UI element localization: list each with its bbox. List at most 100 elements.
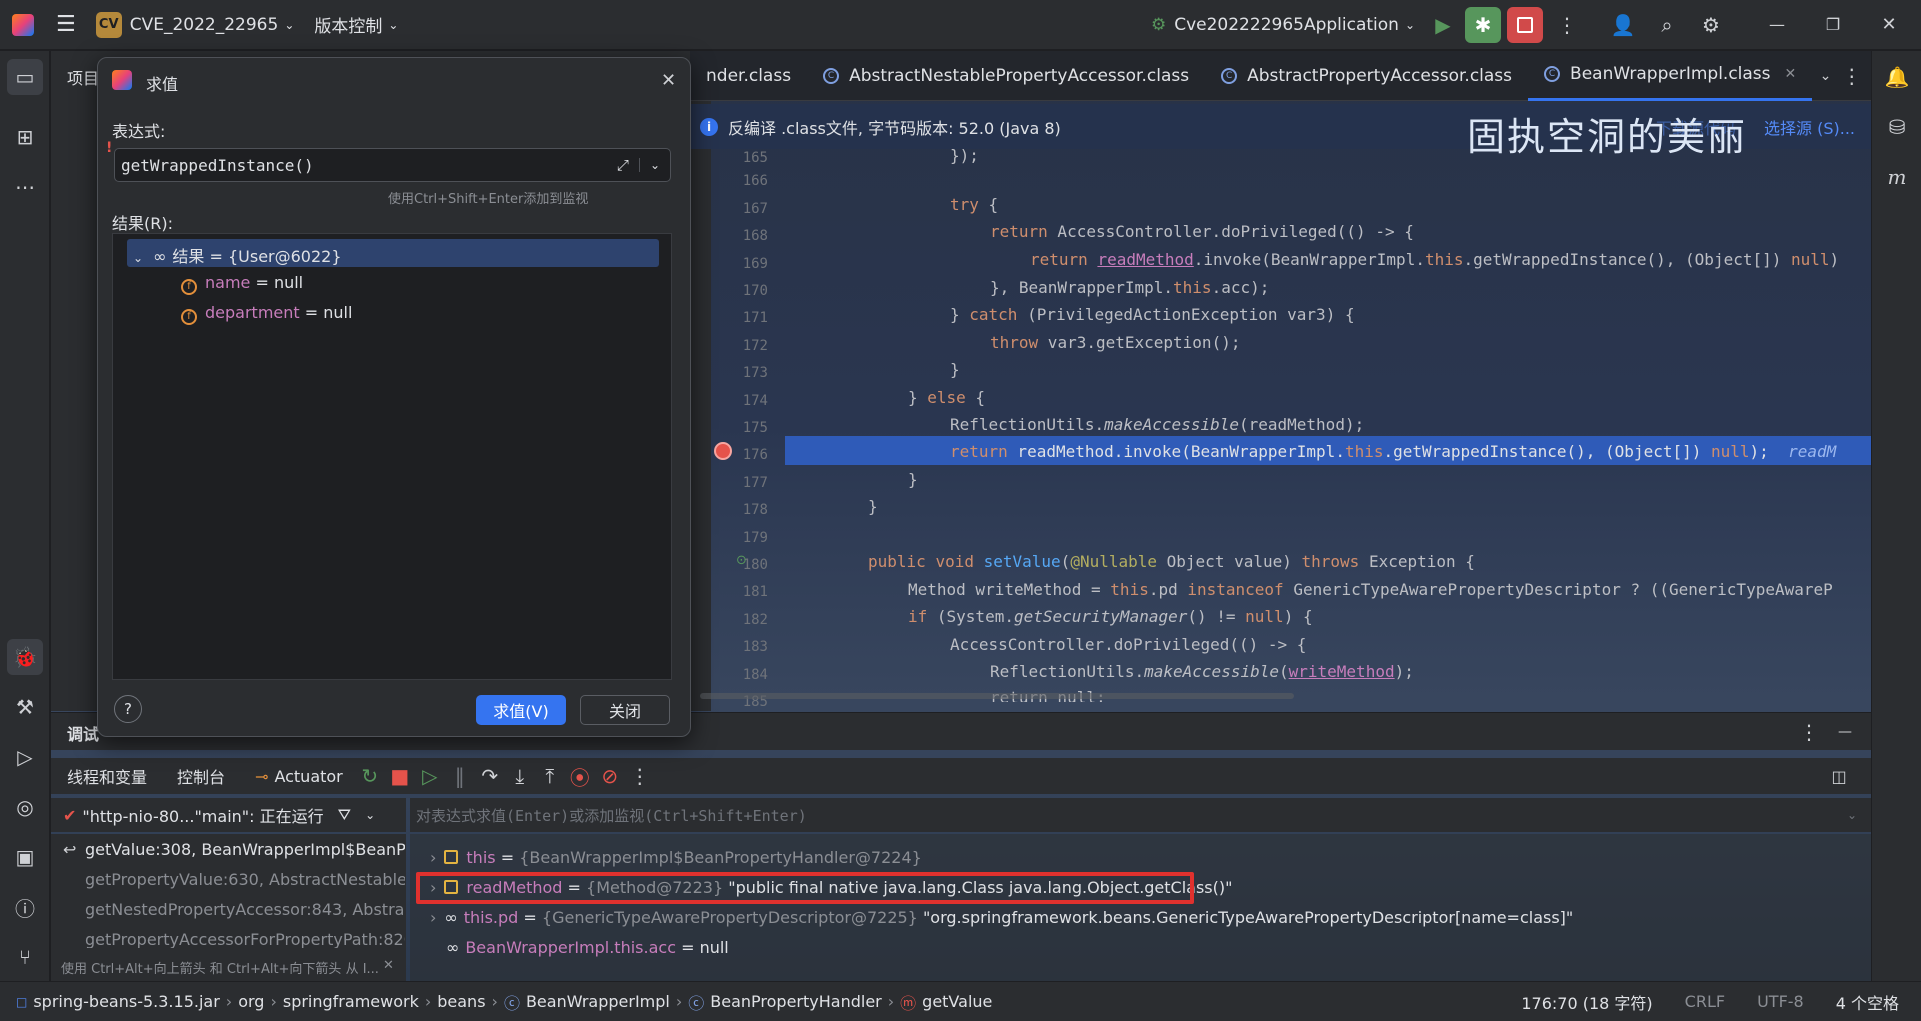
step-into-icon[interactable]: ⤓ [505, 758, 535, 794]
file-encoding[interactable]: UTF-8 [1751, 992, 1810, 1011]
variable-acc[interactable]: ∞ BeanWrapperImpl.this.acc = null [440, 938, 729, 957]
override-marker-icon[interactable]: ⊙ [736, 553, 747, 568]
line-number[interactable]: 170 [708, 283, 768, 299]
project-selector[interactable]: CV CVE_2022_22965 ⌄ [86, 0, 305, 50]
eval-expression-bar[interactable]: 对表达式求值(Enter)或添加监视(Ctrl+Shift+Enter) ⌄ [410, 798, 1871, 832]
close-hint-icon[interactable]: ✕ [383, 958, 394, 973]
crumb-jar[interactable]: spring-beans-5.3.15.jar [27, 992, 225, 1011]
expand-chevron-icon[interactable]: › [430, 908, 436, 927]
stop-icon[interactable] [1507, 6, 1543, 43]
notifications-bell-icon[interactable]: 🔔 [1879, 59, 1915, 95]
line-number[interactable]: 181 [708, 584, 768, 600]
frame-item[interactable]: getPropertyAccessorForPropertyPath:820 [85, 930, 405, 948]
maven-icon[interactable]: m [1879, 159, 1915, 195]
tab-loader-class[interactable]: nder.class [690, 51, 807, 101]
help-button[interactable]: ? [114, 695, 142, 723]
debug-tool-icon[interactable]: 🐞 [7, 639, 43, 675]
pause-icon[interactable]: ‖ [445, 758, 475, 794]
crumb-get-value[interactable]: getValue [916, 992, 998, 1011]
git-icon[interactable]: ⑂ [7, 939, 43, 975]
main-menu-button[interactable]: ☰ [46, 0, 86, 50]
problems-icon[interactable]: ⓘ [7, 889, 43, 925]
services-icon[interactable]: ◎ [7, 789, 43, 825]
debug-icon[interactable]: ✱ [1465, 6, 1501, 43]
caret-position[interactable]: 176:70 (18 字符) [1515, 990, 1658, 1014]
line-number[interactable]: 168 [708, 228, 768, 244]
frame-item[interactable]: getNestedPropertyAccessor:843, Abstrac [85, 900, 405, 919]
line-number[interactable]: 174 [708, 393, 768, 409]
minimize-panel-icon[interactable]: — [1827, 714, 1863, 750]
line-number[interactable]: 166 [708, 173, 768, 189]
search-icon[interactable]: ⌕ [1649, 7, 1685, 43]
chevron-down-icon[interactable]: ⌄ [1847, 808, 1857, 822]
tab-console[interactable]: 控制台 [177, 764, 225, 788]
step-over-icon[interactable]: ↷ [475, 758, 505, 794]
stop-debug-icon[interactable]: ■ [385, 758, 415, 794]
vcs-menu[interactable]: 版本控制 ⌄ [304, 0, 408, 50]
choose-source-link[interactable]: 选择源 (S)... [1764, 115, 1855, 139]
app-logo[interactable] [0, 0, 46, 50]
result-field-department[interactable]: f department = null [181, 303, 352, 325]
line-number[interactable]: 172 [708, 338, 768, 354]
run-icon[interactable]: ▶ [1425, 7, 1461, 43]
crumb-springframework[interactable]: springframework [277, 992, 425, 1011]
history-dropdown-icon[interactable]: ⌄ [638, 158, 670, 172]
line-number[interactable]: 169 [708, 256, 768, 272]
more-vertical-icon[interactable]: ⋮ [1839, 58, 1865, 94]
horizontal-scrollbar[interactable] [700, 693, 1294, 699]
resume-icon[interactable]: ▷ [415, 758, 445, 794]
collapse-chevron-icon[interactable]: ⌄ [133, 251, 143, 265]
expand-icon[interactable]: ⤢ [617, 156, 629, 174]
result-field-name[interactable]: f name = null [181, 273, 303, 295]
variable-this-pd[interactable]: › ∞ this.pd = {GenericTypeAwarePropertyDes… [430, 908, 1573, 927]
line-number[interactable]: 171 [708, 310, 768, 326]
rerun-icon[interactable]: ↻ [355, 758, 385, 794]
line-number[interactable]: 179 [708, 530, 768, 546]
minimize-icon[interactable]: — [1759, 7, 1795, 43]
close-window-icon[interactable]: ✕ [1871, 7, 1907, 43]
expression-input[interactable]: getWrappedInstance() ⤢ ⌄ [114, 148, 671, 182]
line-number[interactable]: 173 [708, 365, 768, 381]
line-number[interactable]: 167 [708, 201, 768, 217]
close-button[interactable]: 关闭 [580, 695, 670, 725]
restore-icon[interactable]: ❐ [1815, 7, 1851, 43]
frame-item[interactable]: getValue:308, BeanWrapperImpl$BeanPro [85, 840, 405, 859]
line-number[interactable]: 175 [708, 420, 768, 436]
line-number[interactable]: 178 [708, 502, 768, 518]
mute-breakpoints-icon[interactable]: ⊘ [595, 758, 625, 794]
tab-threads-variables[interactable]: 线程和变量 [67, 764, 147, 788]
view-breakpoints-icon[interactable]: ⦿ [565, 758, 595, 794]
more-vertical-icon[interactable]: ⋮ [1549, 7, 1585, 43]
tabs-dropdown-icon[interactable]: ⌄ [1812, 58, 1838, 94]
frame-item[interactable]: getPropertyValue:630, AbstractNestableP [85, 870, 405, 889]
database-icon[interactable]: ⛁ [1879, 109, 1915, 145]
more-vertical-icon[interactable]: ⋮ [1791, 714, 1827, 750]
line-separator[interactable]: CRLF [1679, 992, 1731, 1011]
run-tool-icon[interactable]: ▷ [7, 739, 43, 775]
more-horizontal-icon[interactable]: ⋯ [7, 169, 43, 205]
tab-actuator[interactable]: Actuator [274, 767, 342, 786]
line-number[interactable]: 177 [708, 475, 768, 491]
evaluate-button[interactable]: 求值(V) [476, 695, 566, 725]
tab-abstract-nestable-property-accessor[interactable]: C AbstractNestablePropertyAccessor.class [807, 51, 1205, 101]
filter-icon[interactable]: ⛛ [338, 805, 351, 825]
chevron-down-icon[interactable]: ⌄ [365, 808, 375, 822]
project-folder-icon[interactable]: ▭ [7, 59, 43, 95]
expand-chevron-icon[interactable]: › [430, 848, 436, 867]
structure-icon[interactable]: ⊞ [7, 119, 43, 155]
result-root[interactable]: ⌄ ∞ 结果 = {User@6022} [133, 243, 342, 267]
crumb-beans[interactable]: beans [431, 992, 491, 1011]
close-icon[interactable]: ✕ [661, 70, 676, 91]
more-vertical-icon[interactable]: ⋮ [625, 758, 655, 794]
step-out-icon[interactable]: ⤒ [535, 758, 565, 794]
line-number[interactable]: 165 [708, 150, 768, 164]
build-hammer-icon[interactable]: ⚒ [7, 689, 43, 725]
gear-icon[interactable]: ⚙ [1693, 7, 1729, 43]
variable-this[interactable]: › this = {BeanWrapperImpl$BeanPropertyHan… [430, 848, 922, 867]
add-user-icon[interactable]: 👤 [1605, 7, 1641, 43]
tab-abstract-property-accessor[interactable]: C AbstractPropertyAccessor.class [1205, 51, 1528, 101]
line-number[interactable]: 182 [708, 612, 768, 628]
thread-selector[interactable]: ✔ "http-nio-80..."main": 正在运行 ⛛ ⌄ [51, 798, 406, 832]
indent-setting[interactable]: 4 个空格 [1830, 990, 1905, 1014]
layout-icon[interactable]: ◫ [1821, 758, 1857, 794]
